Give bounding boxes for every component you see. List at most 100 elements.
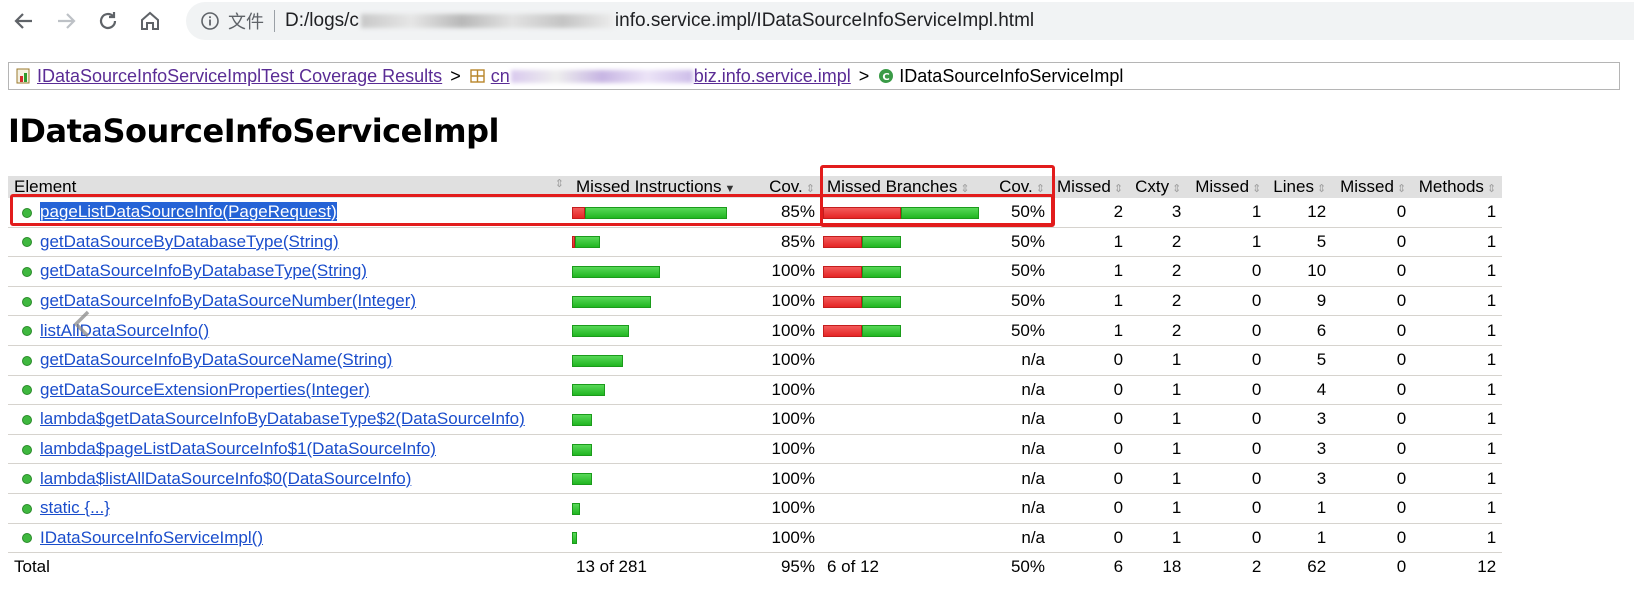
method-link[interactable]: getDataSourceByDatabaseType(String) <box>40 232 339 251</box>
table-row: IDataSourceInfoServiceImpl() 100% n/a 0 1 0 1 0… <box>8 523 1503 554</box>
methods: 1 <box>1412 256 1503 287</box>
missed-cxty: 0 <box>1051 463 1130 494</box>
missed-cxty: 1 <box>1051 256 1130 287</box>
missed-lines: 1 <box>1187 227 1268 258</box>
covered-bar <box>572 473 592 486</box>
methods: 1 <box>1412 286 1503 317</box>
cov-instructions: 100% <box>758 345 821 376</box>
method-link[interactable]: pageListDataSourceInfo(PageRequest) <box>40 202 337 222</box>
method-status-icon <box>22 444 32 455</box>
breadcrumb-report-link[interactable]: IDataSourceInfoServiceImplTest Coverage … <box>37 66 442 87</box>
instructions-bar <box>570 256 758 287</box>
chip-divider <box>274 10 275 32</box>
total-methods: 12 <box>1477 557 1497 577</box>
back-arrow-icon <box>14 13 32 29</box>
header-missed-cxty[interactable]: Missed ⇕ <box>1051 176 1130 198</box>
sort-icon: ⇕ <box>1252 183 1262 195</box>
header-cxty[interactable]: Cxty ⇕ <box>1129 176 1188 198</box>
table-header-row: Element ⇕ Missed Instructions ▼ Cov. ⇕ Miss… <box>8 176 1503 198</box>
method-link[interactable]: getDataSourceExtensionProperties(Integer… <box>40 380 370 399</box>
method-link[interactable]: lambda$getDataSourceInfoByDatabaseType$2… <box>40 409 525 428</box>
header-missed-methods[interactable]: Missed ⇕ <box>1332 176 1413 198</box>
header-missed-lines[interactable]: Missed ⇕ <box>1187 176 1268 198</box>
missed-methods: 0 <box>1332 493 1413 524</box>
element-cell: IDataSourceInfoServiceImpl() <box>8 523 570 554</box>
table-total-row: Total 13 of 281 95% 6 of 12 50% 6 18 2 6… <box>8 553 1502 582</box>
missed-methods: 0 <box>1332 375 1413 406</box>
missed-lines: 0 <box>1187 463 1268 494</box>
site-info-chip[interactable]: 文件 <box>228 8 264 34</box>
cov-instructions: 100% <box>758 434 821 465</box>
header-methods[interactable]: Methods ⇕ <box>1412 176 1503 198</box>
sort-icon: ⇕ <box>1035 183 1045 195</box>
forward-arrow-icon <box>58 13 76 29</box>
missed-lines: 0 <box>1187 375 1268 406</box>
covered-bar <box>572 266 660 278</box>
home-button[interactable] <box>134 6 166 36</box>
method-status-icon <box>22 385 32 396</box>
methods: 1 <box>1412 404 1503 435</box>
element-cell: pageListDataSourceInfo(PageRequest) <box>8 198 570 228</box>
home-icon <box>141 11 159 30</box>
total-lines: 62 <box>1307 557 1327 577</box>
page-title: IDataSourceInfoServiceImpl <box>8 112 499 150</box>
forward-button[interactable] <box>50 6 82 36</box>
element-cell: getDataSourceByDatabaseType(String) <box>8 227 570 258</box>
missed-lines: 1 <box>1187 198 1268 228</box>
missed-lines: 0 <box>1187 493 1268 524</box>
table-row: lambda$pageListDataSourceInfo$1(DataSour… <box>8 434 1503 465</box>
cov-branches: n/a <box>987 345 1051 376</box>
url-text[interactable]: D:/logs/c info.service.impl/IDataSourceIn… <box>285 10 1034 32</box>
element-cell: getDataSourceInfoByDataSourceName(String… <box>8 345 570 376</box>
breadcrumb-package-link[interactable]: cn biz.info.service.impl <box>491 66 851 87</box>
lines: 3 <box>1267 463 1333 494</box>
missed-lines: 0 <box>1187 256 1268 287</box>
lines: 4 <box>1267 375 1333 406</box>
instructions-bar <box>570 345 758 376</box>
breadcrumb: IDataSourceInfoServiceImplTest Coverage … <box>8 62 1620 90</box>
header-lines[interactable]: Lines ⇕ <box>1267 176 1333 198</box>
total-instructions: 13 of 281 <box>576 557 647 577</box>
covered-bar <box>572 295 651 308</box>
lines: 5 <box>1267 227 1333 258</box>
method-link[interactable]: getDataSourceInfoByDataSourceName(String… <box>40 350 392 369</box>
header-missed-instructions[interactable]: Missed Instructions ▼ <box>570 176 758 198</box>
cov-branches: 50% <box>987 315 1051 346</box>
reload-button[interactable] <box>92 6 124 36</box>
covered-bar <box>572 325 629 338</box>
method-link[interactable]: IDataSourceInfoServiceImpl() <box>40 528 263 547</box>
method-status-icon <box>22 296 32 307</box>
branches-bar <box>821 227 987 258</box>
total-missed-cxty: 6 <box>1113 557 1124 577</box>
header-missed-branches[interactable]: Missed Branches ⇕ <box>821 176 987 198</box>
lines: 5 <box>1267 345 1333 376</box>
instructions-bar <box>570 227 758 258</box>
cov-branches: n/a <box>987 463 1051 494</box>
cov-instructions: 100% <box>758 286 821 317</box>
back-button[interactable] <box>8 6 40 36</box>
header-element[interactable]: Element ⇕ <box>8 176 570 198</box>
total-cxty: 18 <box>1162 557 1182 577</box>
table-row: pageListDataSourceInfo(PageRequest) 85% 50… <box>8 198 1503 228</box>
covered-bar <box>862 266 901 278</box>
branches-bar <box>821 256 987 287</box>
missed-cxty: 1 <box>1051 227 1130 258</box>
lines: 1 <box>1267 523 1333 554</box>
cov-instructions: 100% <box>758 463 821 494</box>
method-link[interactable]: lambda$pageListDataSourceInfo$1(DataSour… <box>40 439 436 458</box>
method-link[interactable]: getDataSourceInfoByDatabaseType(String) <box>40 261 367 280</box>
element-cell: lambda$listAllDataSourceInfo$0(DataSourc… <box>8 463 570 494</box>
address-bar[interactable]: 文件 D:/logs/c info.service.impl/IDataSourc… <box>186 2 1634 40</box>
cxty: 1 <box>1129 493 1188 524</box>
element-cell: getDataSourceExtensionProperties(Integer… <box>8 375 570 406</box>
header-cov-branches[interactable]: Cov. ⇕ <box>987 176 1051 198</box>
instructions-bar <box>570 286 758 317</box>
chevron-left-icon[interactable] <box>64 306 100 342</box>
cxty: 1 <box>1129 375 1188 406</box>
method-link[interactable]: static {...} <box>40 498 110 517</box>
cxty: 1 <box>1129 463 1188 494</box>
method-link[interactable]: lambda$listAllDataSourceInfo$0(DataSourc… <box>40 469 411 488</box>
table-row: listAllDataSourceInfo() 100% 50% 1 2 0 6 0 1 <box>8 315 1503 346</box>
missed-bar <box>823 206 901 219</box>
header-cov-instructions[interactable]: Cov. ⇕ <box>758 176 821 198</box>
